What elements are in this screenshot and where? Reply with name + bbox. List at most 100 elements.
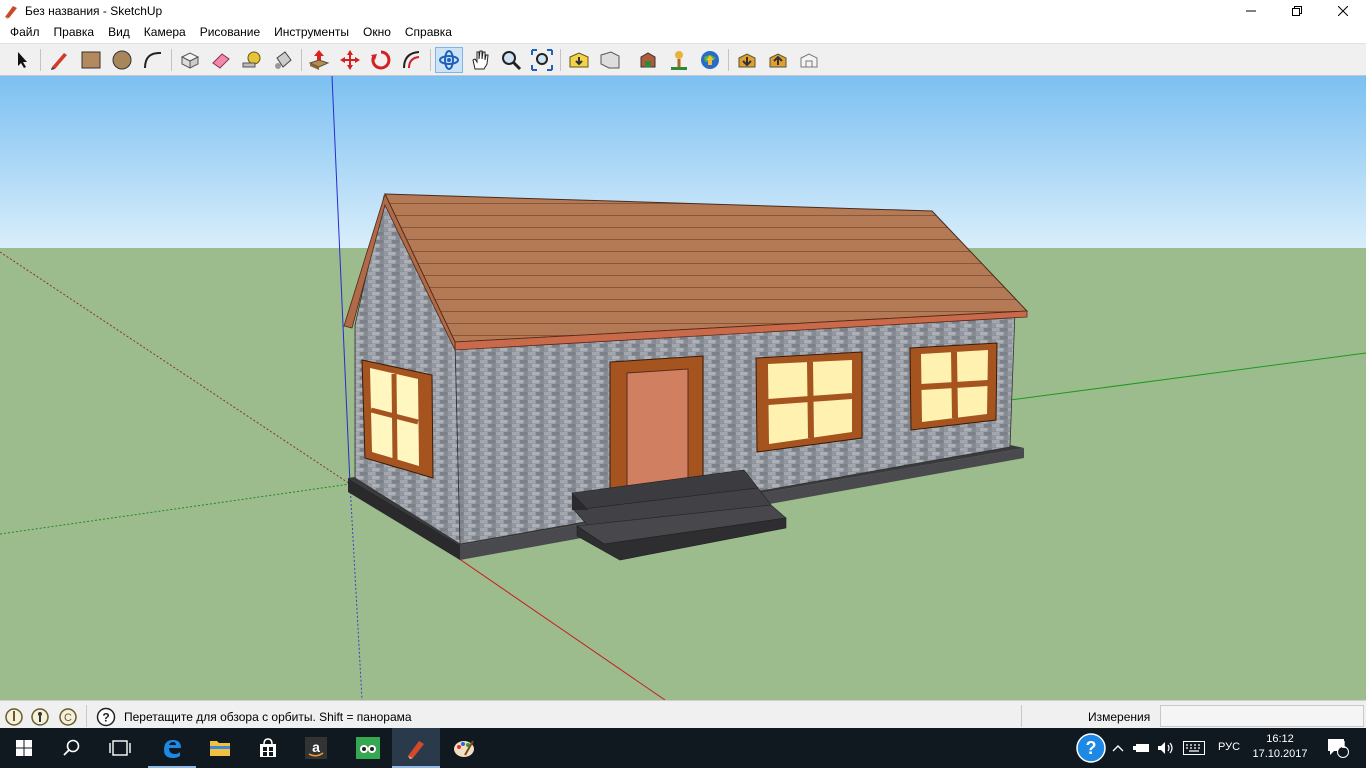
select-tool-button[interactable] xyxy=(8,47,36,73)
close-button[interactable] xyxy=(1320,0,1366,22)
tape-measure-button[interactable] xyxy=(238,47,266,73)
share-model-icon xyxy=(600,51,620,69)
line-tool-button[interactable] xyxy=(45,47,73,73)
explorer-taskbar-button[interactable] xyxy=(196,728,244,768)
task-view-icon xyxy=(109,740,131,756)
upload-extension-button[interactable] xyxy=(764,47,792,73)
scene-canvas[interactable] xyxy=(0,76,1366,700)
circle-icon xyxy=(112,50,132,70)
tray-help-button[interactable]: ? xyxy=(1074,728,1108,768)
tripadvisor-icon xyxy=(356,737,380,759)
eraser-tool-button[interactable] xyxy=(207,47,235,73)
search-button[interactable] xyxy=(48,728,96,768)
menu-file[interactable]: Файл xyxy=(3,22,47,43)
zoom-tool-button[interactable] xyxy=(497,47,525,73)
start-button[interactable] xyxy=(0,728,48,768)
language-indicator[interactable]: РУС xyxy=(1218,741,1240,753)
get-models-icon xyxy=(640,52,656,68)
edge-taskbar-button[interactable] xyxy=(148,728,196,768)
chevron-up-icon xyxy=(1112,745,1124,752)
tripadvisor-taskbar-button[interactable] xyxy=(344,728,392,768)
push-pull-button[interactable] xyxy=(305,47,333,73)
menu-bar: Файл Правка Вид Камера Рисование Инструм… xyxy=(0,22,1366,43)
clock-time: 16:12 xyxy=(1266,733,1294,745)
task-view-button[interactable] xyxy=(96,728,144,768)
menu-edit[interactable]: Правка xyxy=(47,22,102,43)
sketchup-taskbar-button[interactable] xyxy=(392,728,440,768)
circle-tool-button[interactable] xyxy=(108,47,136,73)
components-button[interactable] xyxy=(795,47,823,73)
get-models-button[interactable] xyxy=(634,47,662,73)
orbit-tool-button[interactable] xyxy=(435,47,463,73)
tray-keyboard-button[interactable] xyxy=(1180,728,1208,768)
move-icon xyxy=(340,50,360,70)
menu-view[interactable]: Вид xyxy=(101,22,137,43)
notifications-button[interactable]: 1 xyxy=(1318,728,1358,768)
status-bar: C ? Перетащите для обзора с орбиты. Shif… xyxy=(0,700,1366,730)
edge-browser-icon xyxy=(164,740,181,758)
paint-bucket-button[interactable] xyxy=(269,47,297,73)
rotate-tool-button[interactable] xyxy=(367,47,395,73)
offset-icon xyxy=(403,51,420,69)
restore-button[interactable] xyxy=(1274,0,1320,22)
menu-help[interactable]: Справка xyxy=(398,22,459,43)
tray-overflow-button[interactable] xyxy=(1110,728,1126,768)
system-clock[interactable]: 16:12 17.10.2017 xyxy=(1250,732,1310,762)
minimize-icon xyxy=(1246,10,1256,12)
store-taskbar-button[interactable] xyxy=(244,728,292,768)
extension-warehouse-button[interactable] xyxy=(733,47,761,73)
tray-volume-button[interactable] xyxy=(1156,728,1176,768)
svg-text:?: ? xyxy=(102,711,109,725)
sketchup-taskbar-icon xyxy=(408,741,424,759)
components-icon xyxy=(800,53,818,68)
upload-extension-icon xyxy=(769,53,787,68)
volume-icon xyxy=(1158,742,1173,754)
rectangle-tool-button[interactable] xyxy=(77,47,105,73)
tray-battery-button[interactable] xyxy=(1130,728,1154,768)
title-bar: Без названия - SketchUp xyxy=(0,0,1366,22)
menu-window[interactable]: Окно xyxy=(356,22,398,43)
share-model-button[interactable] xyxy=(596,47,624,73)
tape-measure-icon xyxy=(242,51,261,68)
modeling-viewport[interactable] xyxy=(0,76,1366,700)
rectangle-icon xyxy=(81,51,101,69)
menu-camera[interactable]: Камера xyxy=(137,22,193,43)
sketchup-icon xyxy=(5,6,17,19)
credits-status-icon[interactable] xyxy=(30,707,50,727)
geo-location-button[interactable] xyxy=(665,47,693,73)
3d-warehouse-button[interactable] xyxy=(565,47,593,73)
amazon-icon: a xyxy=(305,737,327,759)
measurements-input[interactable] xyxy=(1160,705,1364,727)
offset-tool-button[interactable] xyxy=(398,47,426,73)
geo-location-status-icon[interactable] xyxy=(4,707,24,727)
svg-text:C: C xyxy=(64,712,72,724)
measurements-label: Измерения xyxy=(1088,710,1151,724)
minimize-button[interactable] xyxy=(1228,0,1274,22)
rotate-icon xyxy=(371,50,391,70)
orbit-icon xyxy=(439,50,459,70)
menu-tools[interactable]: Инструменты xyxy=(267,22,356,43)
make-component-button[interactable] xyxy=(176,47,204,73)
close-icon xyxy=(1338,6,1348,16)
select-arrow-icon xyxy=(18,52,27,68)
help-question-icon[interactable]: ? xyxy=(96,707,116,727)
push-pull-icon xyxy=(308,50,330,70)
arc-tool-button[interactable] xyxy=(139,47,167,73)
google-earth-button[interactable] xyxy=(696,47,724,73)
pencil-line-icon xyxy=(51,53,67,70)
keyboard-icon xyxy=(1183,741,1205,755)
move-tool-button[interactable] xyxy=(336,47,364,73)
svg-text:?: ? xyxy=(1086,738,1097,758)
menu-draw[interactable]: Рисование xyxy=(193,22,267,43)
file-explorer-icon xyxy=(210,741,230,756)
pan-tool-button[interactable] xyxy=(466,47,494,73)
3d-warehouse-icon xyxy=(569,52,589,68)
amazon-taskbar-button[interactable]: a xyxy=(292,728,340,768)
paint-icon xyxy=(454,740,474,757)
geo-location-icon xyxy=(671,51,687,70)
front-door[interactable] xyxy=(626,368,689,487)
user-status-icon[interactable]: C xyxy=(58,707,78,727)
google-earth-icon xyxy=(701,51,719,69)
zoom-extents-button[interactable] xyxy=(528,47,556,73)
paint-taskbar-button[interactable] xyxy=(440,728,488,768)
